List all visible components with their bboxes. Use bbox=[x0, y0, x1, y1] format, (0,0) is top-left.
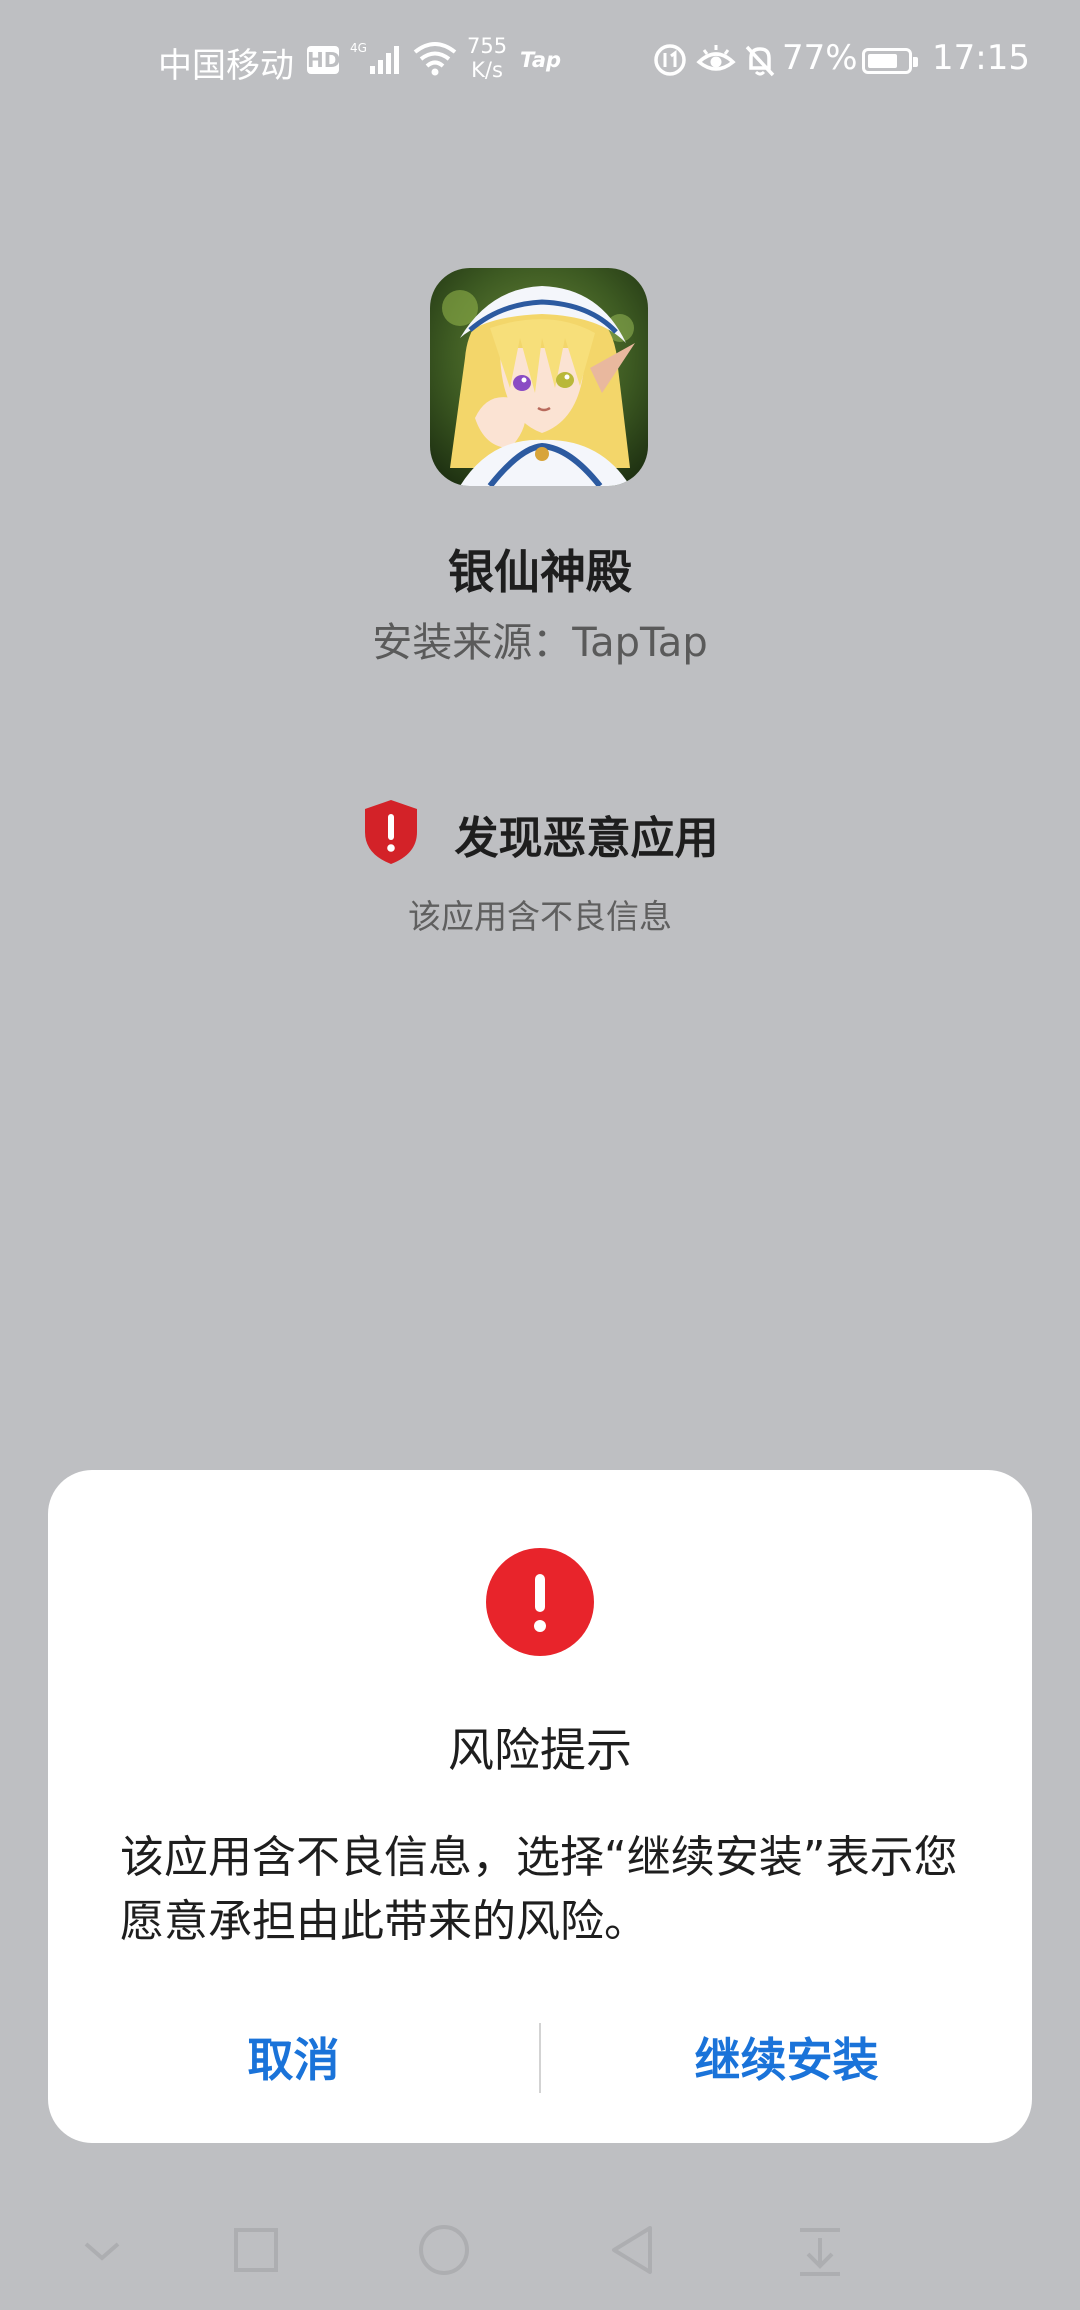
app-icon bbox=[430, 268, 648, 486]
recent-apps-icon[interactable] bbox=[226, 2220, 286, 2280]
cancel-button[interactable]: 取消 bbox=[48, 2010, 539, 2110]
net-speed-unit: K/s bbox=[471, 58, 503, 82]
warning-subtitle: 该应用含不良信息 bbox=[408, 897, 672, 936]
hd-badge: HD bbox=[307, 46, 341, 74]
net-speed-value: 755 bbox=[467, 34, 508, 58]
battery-fill bbox=[868, 54, 898, 68]
navigation-bar bbox=[0, 2190, 1080, 2310]
shield-alert-icon bbox=[361, 798, 421, 870]
status-bar: 中国移动 HD 4G 755 K/s Tap 77% 17:15 bbox=[0, 0, 1080, 126]
battery-percent: 77% bbox=[782, 38, 858, 78]
warning-title: 发现恶意应用 bbox=[454, 813, 719, 864]
eye-comfort-icon bbox=[696, 42, 736, 82]
continue-install-button[interactable]: 继续安装 bbox=[541, 2010, 1032, 2110]
signal-icon: 4G bbox=[350, 40, 402, 80]
risk-dialog: 风险提示 该应用含不良信息，选择“继续安装”表示您愿意承担由此带来的风险。 取消… bbox=[48, 1470, 1032, 2143]
network-type-label: 4G bbox=[350, 41, 367, 55]
malware-warning: 发现恶意应用 bbox=[0, 798, 1080, 870]
net-speed: 755 K/s bbox=[467, 34, 507, 82]
alert-circle-icon bbox=[486, 1548, 594, 1656]
app-name: 银仙神殿 bbox=[448, 545, 632, 599]
chevron-down-icon[interactable] bbox=[72, 2220, 132, 2280]
battery-icon bbox=[862, 48, 918, 74]
install-source: 安装来源：TapTap bbox=[372, 620, 708, 666]
bell-muted-icon bbox=[742, 42, 778, 82]
data-saver-icon bbox=[652, 42, 688, 82]
battery-nub bbox=[913, 57, 918, 67]
wifi-icon bbox=[412, 40, 458, 80]
carrier-label: 中国移动 bbox=[158, 46, 294, 86]
notification-pull-icon[interactable] bbox=[790, 2220, 850, 2280]
dialog-title: 风险提示 bbox=[448, 1723, 632, 1777]
back-icon[interactable] bbox=[602, 2220, 662, 2280]
taptap-notification-icon: Tap bbox=[520, 48, 562, 72]
home-icon[interactable] bbox=[414, 2220, 474, 2280]
clock: 17:15 bbox=[932, 38, 1030, 78]
dialog-message: 该应用含不良信息，选择“继续安装”表示您愿意承担由此带来的风险。 bbox=[120, 1832, 958, 1947]
